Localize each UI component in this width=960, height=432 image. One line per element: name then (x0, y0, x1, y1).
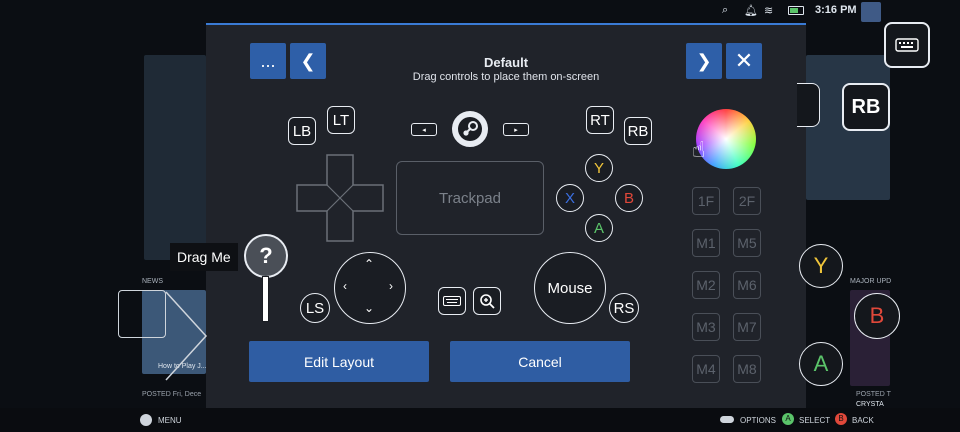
zoom-icon (480, 294, 495, 309)
zoom-button[interactable] (473, 287, 501, 315)
battery-icon (788, 6, 804, 15)
keyboard-small-icon (443, 296, 461, 306)
macro-m3[interactable]: M3 (692, 313, 720, 341)
overlay-y-button[interactable]: Y (799, 244, 843, 288)
lt-button[interactable]: LT (327, 106, 355, 134)
arrow-up-icon: ⌃ (364, 257, 375, 271)
macro-m2[interactable]: M2 (692, 271, 720, 299)
macro-2f[interactable]: 2F (733, 187, 761, 215)
major-update-label: MAJOR UPD (850, 278, 892, 285)
controller-layout-dialog: ... ❮ Default Drag controls to place the… (170, 23, 806, 412)
macro-m7[interactable]: M7 (733, 313, 761, 341)
macro-1f[interactable]: 1F (692, 187, 720, 215)
rt-button[interactable]: RT (586, 106, 614, 134)
overlay-b-button[interactable]: B (854, 293, 900, 339)
view-button[interactable]: ◂ (411, 123, 437, 136)
ls-button[interactable]: LS (300, 293, 330, 323)
back-b-icon: B (835, 413, 847, 425)
notification-icon[interactable]: 🔔︎ (744, 4, 758, 17)
close-button[interactable]: ✕ (726, 43, 762, 79)
overlay-partial-button[interactable] (797, 83, 820, 127)
status-bar: ⌕ 🔔︎ ≋ 3:16 PM (0, 0, 960, 24)
select-a-icon: A (782, 413, 794, 425)
drag-me-label: Drag Me (170, 243, 238, 271)
options-icon (720, 416, 734, 423)
b-button[interactable]: B (615, 184, 643, 212)
overlay-left-dpad[interactable] (164, 290, 208, 386)
news-label: NEWS (142, 278, 163, 285)
question-handle[interactable]: ? (244, 234, 288, 278)
footer-select-label: SELECT (799, 416, 831, 425)
footer-menu-label: MENU (158, 416, 182, 425)
close-icon: ✕ (734, 48, 754, 73)
major-title: CRYSTA (856, 401, 884, 408)
trackpad[interactable]: Trackpad (396, 161, 544, 235)
macro-m8[interactable]: M8 (733, 355, 761, 383)
cancel-button[interactable]: Cancel (450, 341, 630, 382)
steam-icon (458, 117, 482, 141)
x-button[interactable]: X (556, 184, 584, 212)
menu-icon: ▸ (514, 126, 518, 134)
chevron-right-icon: ❯ (696, 50, 712, 71)
macro-m5[interactable]: M5 (733, 229, 761, 257)
rs-button[interactable]: RS (609, 293, 639, 323)
steam-button[interactable] (452, 111, 488, 147)
overlay-a-button[interactable]: A (799, 342, 843, 386)
view-icon: ◂ (422, 126, 426, 134)
steam-footer-icon (140, 414, 152, 426)
rb-button[interactable]: RB (624, 117, 652, 145)
keyboard-button[interactable] (438, 287, 466, 315)
background-game-tile (144, 55, 206, 260)
clock: 3:16 PM (815, 4, 857, 16)
arrow-down-icon: ⌄ (364, 301, 375, 315)
keyboard-toggle-button[interactable] (884, 22, 930, 68)
avatar[interactable] (861, 2, 881, 22)
macro-m6[interactable]: M6 (733, 271, 761, 299)
overlay-left-square[interactable] (118, 290, 166, 338)
arrow-left-icon: ‹ (343, 279, 347, 293)
y-button[interactable]: Y (585, 154, 613, 182)
overlay-rb-button[interactable]: RB (842, 83, 890, 131)
search-icon[interactable]: ⌕ (722, 4, 728, 17)
macro-m4[interactable]: M4 (692, 355, 720, 383)
footer-bar: MENU OPTIONS A SELECT B BACK (0, 408, 960, 432)
drag-handle-stem[interactable] (262, 276, 269, 322)
major-posted: POSTED T (856, 391, 891, 398)
news-posted: POSTED Fri, Dece (142, 391, 202, 398)
wifi-icon: ≋ (764, 5, 774, 17)
menu-button[interactable]: ▸ (503, 123, 529, 136)
dpad[interactable] (295, 153, 385, 243)
edit-layout-button[interactable]: Edit Layout (249, 341, 429, 382)
footer-options-label: OPTIONS (740, 416, 777, 425)
lb-button[interactable]: LB (288, 117, 316, 145)
footer-back-label: BACK (852, 416, 874, 425)
a-button[interactable]: A (585, 214, 613, 242)
arrow-right-icon: › (389, 279, 393, 293)
left-stick[interactable]: ⌃ ⌄ ‹ › (334, 252, 406, 324)
mouse-stick[interactable]: Mouse (534, 252, 606, 324)
hand-cursor-icon: ☝ (692, 137, 706, 162)
macro-m1[interactable]: M1 (692, 229, 720, 257)
next-button[interactable]: ❯ (686, 43, 722, 79)
keyboard-icon (895, 38, 919, 52)
